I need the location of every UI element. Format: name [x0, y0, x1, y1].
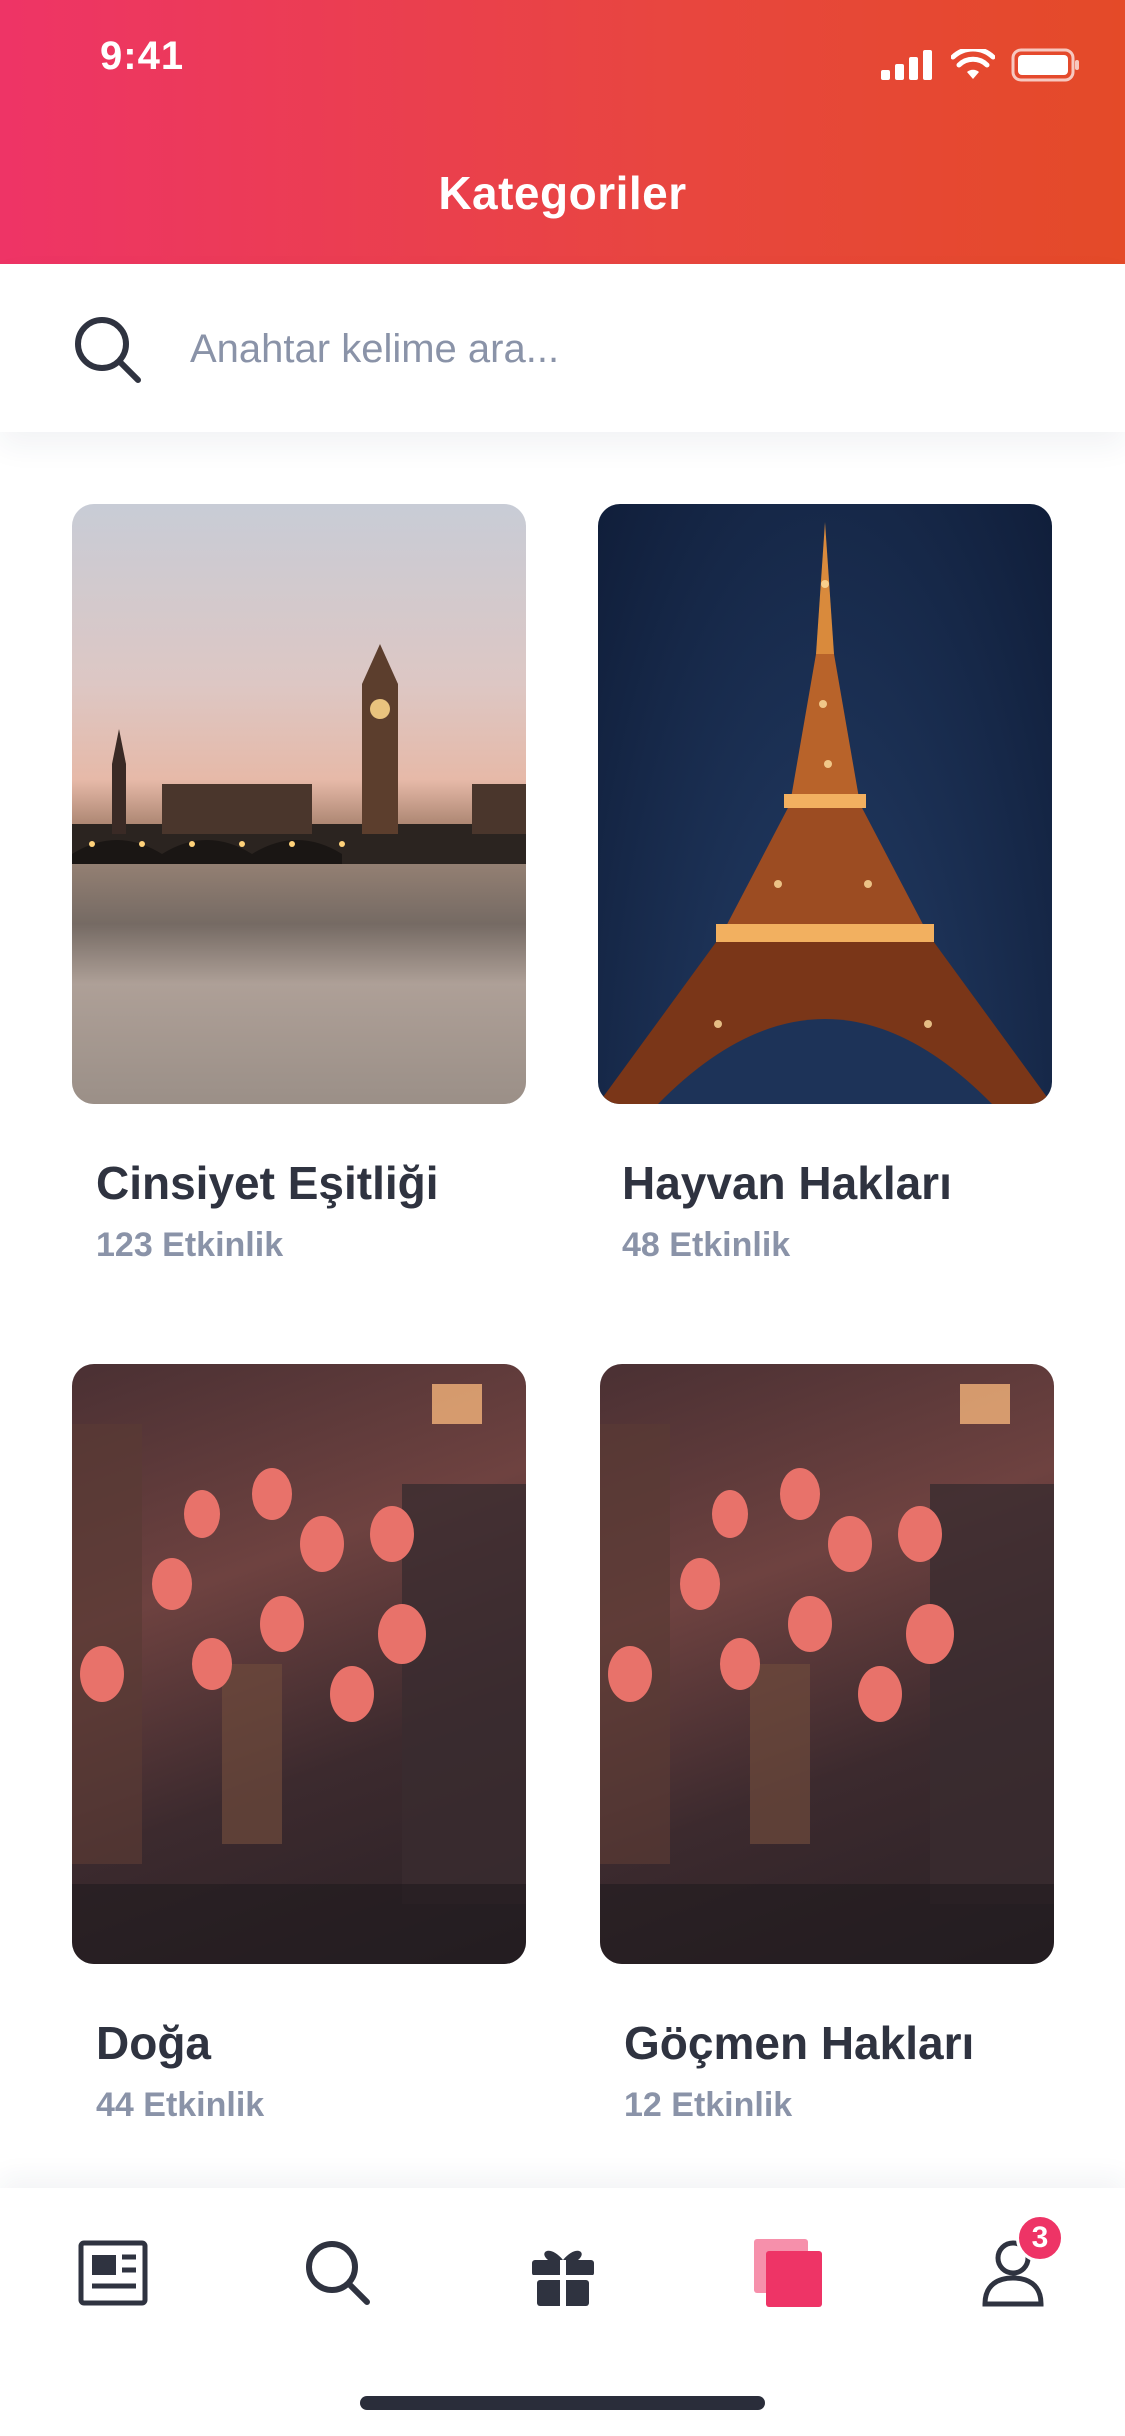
category-count: 48 Etkinlik [622, 1226, 791, 1264]
wifi-icon [951, 49, 995, 79]
category-count: 44 Etkinlik [96, 2086, 265, 2124]
gift-icon [532, 2250, 594, 2306]
news-icon [78, 2240, 148, 2306]
tab-categories[interactable] [743, 2228, 833, 2318]
tab-gifts[interactable] [518, 2228, 608, 2318]
signal-icon [881, 50, 932, 80]
tab-bar: 3 [0, 2188, 1125, 2436]
category-count: 12 Etkinlik [624, 2086, 793, 2124]
header: 9:41 Kategoriler [0, 0, 1125, 264]
category-image [72, 1364, 526, 1964]
search-icon [306, 2241, 370, 2305]
category-card[interactable]: Cinsiyet Eşitliği 123 Etkinlik [72, 504, 526, 1264]
status-icons [881, 48, 1081, 82]
categories-icon [754, 2239, 822, 2307]
category-title: Göçmen Hakları [624, 2017, 975, 2069]
category-card[interactable]: Doğa 44 Etkinlik [72, 1364, 526, 2124]
search-input[interactable] [190, 316, 1050, 382]
category-card[interactable]: Göçmen Hakları 12 Etkinlik [600, 1364, 1054, 2124]
category-title: Hayvan Hakları [622, 1157, 952, 1209]
category-grid: Cinsiyet Eşitliği 123 Etkinlik Hayvan Ha… [0, 500, 1125, 2180]
category-title: Cinsiyet Eşitliği [96, 1157, 439, 1209]
tab-profile[interactable]: 3 [968, 2214, 1064, 2318]
category-image [72, 504, 526, 1104]
search-icon [75, 317, 141, 383]
category-title: Doğa [96, 2017, 211, 2069]
page-title: Kategoriler [438, 167, 687, 219]
status-time: 9:41 [100, 34, 185, 78]
battery-icon [1011, 48, 1079, 82]
tab-news[interactable] [68, 2228, 158, 2318]
notification-badge: 3 [1016, 2214, 1064, 2262]
tab-search[interactable] [293, 2228, 383, 2318]
search-bar [0, 264, 1125, 432]
category-image [598, 504, 1052, 1104]
category-image [600, 1364, 1054, 1964]
home-indicator [360, 2396, 765, 2410]
category-count: 123 Etkinlik [96, 1226, 284, 1264]
category-card[interactable]: Hayvan Hakları 48 Etkinlik [598, 504, 1052, 1264]
